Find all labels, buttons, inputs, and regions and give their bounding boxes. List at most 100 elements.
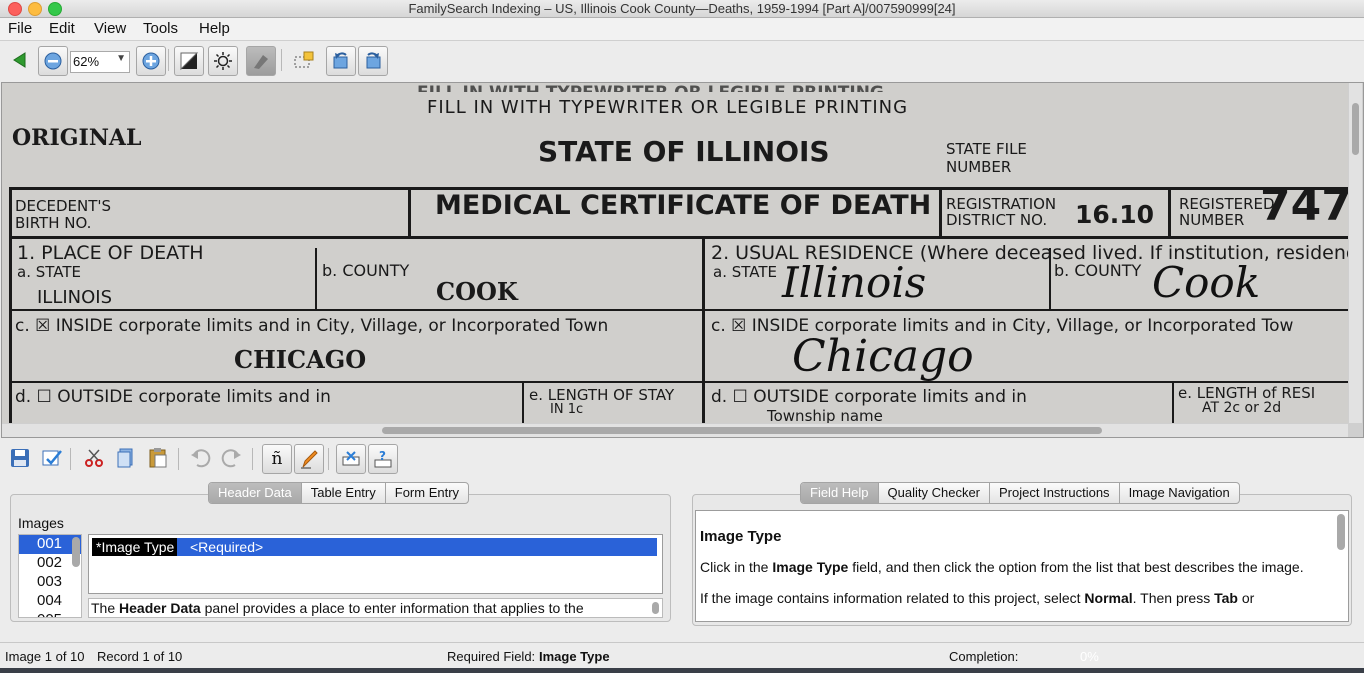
menu-edit[interactable]: Edit xyxy=(49,20,75,37)
doc-place-of-death: 1. PLACE OF DEATH xyxy=(17,242,204,264)
menu-bar: File Edit View Tools Help xyxy=(0,18,1364,41)
toolbar-divider xyxy=(70,448,71,470)
toolbar-divider xyxy=(178,448,179,470)
tab-field-help[interactable]: Field Help xyxy=(801,483,879,503)
tab-table-entry[interactable]: Table Entry xyxy=(302,483,386,503)
tab-header-data[interactable]: Header Data xyxy=(209,483,302,503)
tab-image-navigation[interactable]: Image Navigation xyxy=(1120,483,1239,503)
menu-view[interactable]: View xyxy=(94,20,126,37)
zoom-out-icon xyxy=(44,52,62,70)
help-paragraph-1: Click in the Image Type field, and then … xyxy=(700,559,1304,575)
blank-field-button[interactable] xyxy=(336,444,366,474)
tab-project-instructions[interactable]: Project Instructions xyxy=(990,483,1120,503)
brightness-button[interactable] xyxy=(208,46,238,76)
image-list-item[interactable]: 004 xyxy=(19,592,81,611)
redo-icon[interactable] xyxy=(218,444,246,472)
help-text-bold: Header Data xyxy=(119,600,201,616)
clear-field-icon xyxy=(342,451,360,466)
menu-tools[interactable]: Tools xyxy=(143,20,178,37)
doc-line xyxy=(9,309,1348,311)
doc-district-value: 16.10 xyxy=(1075,200,1155,229)
status-bar: Image 1 of 10 Record 1 of 10 Required Fi… xyxy=(0,642,1364,669)
images-list[interactable]: 001 002 003 004 005 xyxy=(18,534,82,618)
tab-form-entry[interactable]: Form Entry xyxy=(386,483,468,503)
unreadable-icon: ? xyxy=(374,449,392,468)
help-paragraph-2: If the image contains information relate… xyxy=(700,590,1255,606)
image-type-label: *Image Type xyxy=(92,538,178,556)
zoom-out-button[interactable] xyxy=(38,46,68,76)
doc-number: NUMBER xyxy=(946,158,1012,176)
title-bar: FamilySearch Indexing – US, Illinois Coo… xyxy=(0,0,1364,18)
help-text-prefix: The xyxy=(91,600,120,616)
undo-icon[interactable] xyxy=(186,444,214,472)
doc-b-county: b. COUNTY xyxy=(322,261,410,280)
field-help-scrollbar[interactable] xyxy=(1337,514,1345,550)
menu-file[interactable]: File xyxy=(8,20,32,37)
help-text-scrollbar[interactable] xyxy=(652,602,659,614)
unreadable-button[interactable]: ? xyxy=(368,444,398,474)
record-counter: Record 1 of 10 xyxy=(97,649,183,664)
entry-toolbar: ñ ? xyxy=(0,442,1364,476)
back-arrow-icon[interactable] xyxy=(6,46,34,74)
images-label: Images xyxy=(18,515,64,531)
doc-line xyxy=(522,381,524,423)
doc-a-state-2: a. STATE xyxy=(713,263,777,281)
select-region-button[interactable] xyxy=(290,46,318,74)
invert-contrast-button[interactable] xyxy=(174,46,204,76)
doc-line xyxy=(1049,248,1051,310)
image-list-item[interactable]: 003 xyxy=(19,573,81,592)
doc-line xyxy=(408,187,411,237)
doc-state-file: STATE FILE xyxy=(946,140,1027,158)
image-type-field[interactable]: <Required> xyxy=(190,538,263,556)
submit-icon[interactable] xyxy=(38,444,66,472)
scroll-thumb[interactable] xyxy=(1352,103,1359,155)
highlight-button[interactable] xyxy=(246,46,276,76)
doc-d-outside-2: d. ☐ OUTSIDE corporate limits and in xyxy=(711,387,1027,407)
selection-rectangle-icon xyxy=(294,51,314,68)
contrast-icon xyxy=(180,52,199,71)
tab-quality-checker[interactable]: Quality Checker xyxy=(879,483,991,503)
image-viewer[interactable]: FILL IN WITH TYPEWRITER OR LEGIBLE PRINT… xyxy=(1,82,1364,438)
svg-text:?: ? xyxy=(379,449,386,463)
doc-at-2c: AT 2c or 2d xyxy=(1202,400,1282,416)
doc-line xyxy=(9,381,1348,383)
zoom-in-button[interactable] xyxy=(136,46,166,76)
toolbar-divider xyxy=(281,49,282,71)
zoom-level-select[interactable]: 62% ▼ xyxy=(70,51,130,73)
viewer-horizontal-scrollbar[interactable] xyxy=(2,424,1348,437)
menu-help[interactable]: Help xyxy=(199,20,230,37)
doc-decedent: DECEDENT'S xyxy=(15,197,112,215)
completion-label: Completion: xyxy=(949,649,1019,664)
ditto-button[interactable] xyxy=(294,444,324,474)
required-field-value: Image Type xyxy=(539,649,610,664)
images-list-scrollbar[interactable] xyxy=(72,537,80,567)
doc-city-handwritten: Chicago xyxy=(792,331,974,382)
header-entry-grid: *Image Type <Required> xyxy=(88,534,663,594)
completion-value: 0% xyxy=(1080,649,1099,664)
doc-header: FILL IN WITH TYPEWRITER OR LEGIBLE PRINT… xyxy=(427,97,909,118)
image-list-item[interactable]: 005 xyxy=(19,611,81,617)
left-tab-group: Header Data Table Entry Form Entry xyxy=(208,482,470,504)
required-field-label: Required Field: xyxy=(447,649,536,664)
scroll-thumb[interactable] xyxy=(382,427,1102,434)
scissors-icon[interactable] xyxy=(80,444,108,472)
zoom-level-value: 62% xyxy=(73,54,100,69)
rotate-left-button[interactable] xyxy=(326,46,356,76)
bottom-edge xyxy=(0,668,1364,673)
doc-line xyxy=(1168,187,1171,237)
save-icon[interactable] xyxy=(6,444,34,472)
field-help-content: Image Type Click in the Image Type field… xyxy=(695,510,1349,622)
death-certificate-image: FILL IN WITH TYPEWRITER OR LEGIBLE PRINT… xyxy=(2,83,1348,423)
viewer-vertical-scrollbar[interactable] xyxy=(1349,83,1362,423)
image-type-row[interactable]: *Image Type <Required> xyxy=(92,538,657,556)
rotate-right-icon xyxy=(366,52,381,69)
doc-c-inside: c. ☒ INSIDE corporate limits and in City… xyxy=(15,316,609,336)
doc-line xyxy=(702,236,705,423)
paste-icon[interactable] xyxy=(144,444,172,472)
doc-cert-title: MEDICAL CERTIFICATE OF DEATH xyxy=(435,190,932,221)
rotate-right-button[interactable] xyxy=(358,46,388,76)
copy-icon[interactable] xyxy=(112,444,140,472)
toolbar-divider xyxy=(168,49,169,71)
special-characters-button[interactable]: ñ xyxy=(262,444,292,474)
doc-line xyxy=(9,187,12,423)
